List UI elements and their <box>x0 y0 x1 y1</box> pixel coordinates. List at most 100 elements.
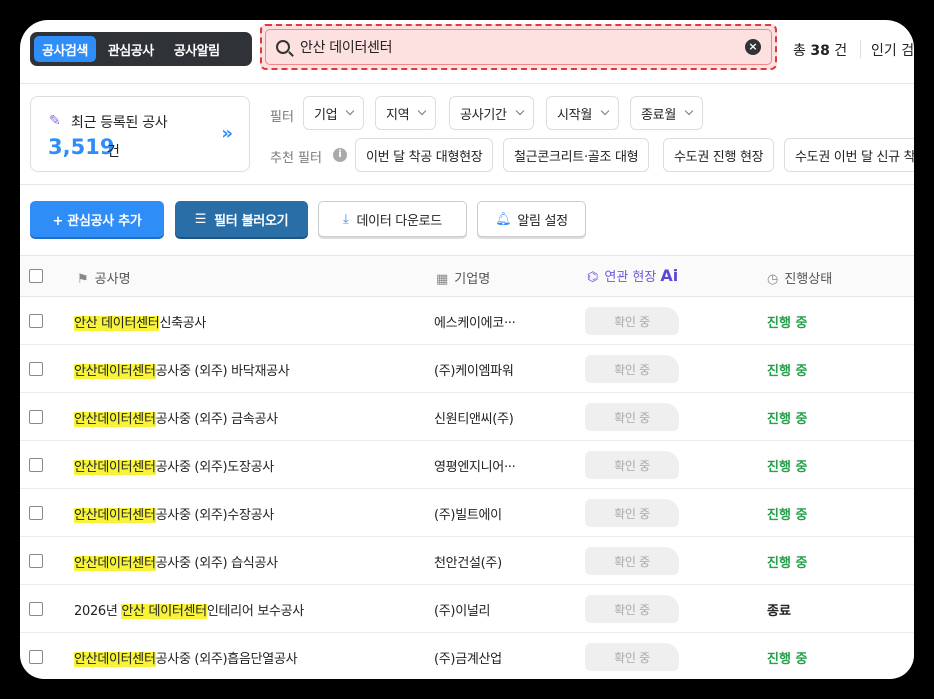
construction-name[interactable]: 안산 데이터센터신축공사 <box>74 312 206 331</box>
total-prefix: 총 <box>793 43 806 59</box>
row-checkbox[interactable] <box>29 362 43 376</box>
search-highlight: 안산데이터센터 <box>74 364 156 379</box>
select-all-checkbox[interactable] <box>29 269 43 283</box>
device-frame: 공사검색 관심공사 공사알림 안산 데이터센터 × 총 38 건 인기 검 ✎ … <box>0 0 934 699</box>
header-status: ◷ 진행상태 <box>767 268 832 287</box>
name-suffix: 인테리어 보수공사 <box>206 604 304 619</box>
row-checkbox[interactable] <box>29 458 43 472</box>
app-screen: 공사검색 관심공사 공사알림 안산 데이터센터 × 총 38 건 인기 검 ✎ … <box>20 20 914 679</box>
filter-end-month[interactable]: 종료월 <box>630 96 703 130</box>
chevron-down-icon <box>515 106 524 116</box>
header-company: ▦ 기업명 <box>436 268 490 287</box>
company-name[interactable]: 신원티앤씨(주) <box>434 408 514 427</box>
rec-filter-3[interactable]: 수도권 진행 현장 <box>663 138 775 172</box>
divider <box>20 184 914 185</box>
info-icon[interactable]: i <box>333 148 347 162</box>
company-name[interactable]: 에스케이에코··· <box>434 312 516 331</box>
search-input[interactable]: 안산 데이터센터 × <box>265 29 772 65</box>
construction-name[interactable]: 안산데이터센터공사중 (외주) 습식공사 <box>74 552 278 571</box>
table-row[interactable]: 2026년 안산 데이터센터인테리어 보수공사 (주)이널리 확인 중 종료 <box>20 585 914 633</box>
construction-name[interactable]: 안산데이터센터공사중 (외주) 금속공사 <box>74 408 278 427</box>
construction-name[interactable]: 안산데이터센터공사중 (외주) 바닥재공사 <box>74 360 290 379</box>
related-site-status: 확인 중 <box>585 595 679 623</box>
filter-region[interactable]: 지역 <box>375 96 437 130</box>
bell-icon: 🔔︎ <box>495 211 512 227</box>
row-checkbox[interactable] <box>29 410 43 424</box>
construction-name[interactable]: 안산데이터센터공사중 (외주)도장공사 <box>74 456 274 475</box>
name-suffix: 공사중 (외주)흡음단열공사 <box>155 652 298 667</box>
double-chevron-right-icon[interactable]: » <box>221 123 233 144</box>
construction-name[interactable]: 2026년 안산 데이터센터인테리어 보수공사 <box>74 600 304 619</box>
recent-construction-card[interactable]: ✎ 최근 등록된 공사 3,519 건 » <box>30 96 250 172</box>
load-filter-button[interactable]: ☰ 필터 불러오기 <box>175 201 308 237</box>
row-checkbox[interactable] <box>29 554 43 568</box>
filter-period-label: 공사기간 <box>460 107 507 123</box>
recent-card-title: 최근 등록된 공사 <box>71 115 168 131</box>
row-checkbox[interactable] <box>29 506 43 520</box>
table-row[interactable]: 안산데이터센터공사중 (외주) 금속공사 신원티앤씨(주) 확인 중 진행 중 <box>20 393 914 441</box>
alert-settings-label: 알림 설정 <box>517 213 568 229</box>
popular-search-link[interactable]: 인기 검 <box>871 40 914 60</box>
search-highlight: 안산데이터센터 <box>74 460 156 475</box>
table-row[interactable]: 안산데이터센터공사중 (외주)도장공사 영평엔지니어··· 확인 중 진행 중 <box>20 441 914 489</box>
company-name[interactable]: (주)케이엠파워 <box>434 360 514 379</box>
nav-tabs: 공사검색 관심공사 공사알림 <box>30 32 252 66</box>
company-name[interactable]: 천안건설(주) <box>434 552 502 571</box>
company-name[interactable]: 영평엔지니어··· <box>434 456 516 475</box>
table-row[interactable]: 안산데이터센터공사중 (외주) 습식공사 천안건설(주) 확인 중 진행 중 <box>20 537 914 585</box>
search-highlight-box: 안산 데이터센터 × <box>260 24 777 70</box>
company-name[interactable]: (주)빌트에이 <box>434 504 502 523</box>
network-icon: ⌬ <box>587 270 599 285</box>
company-name[interactable]: (주)이널리 <box>434 600 490 619</box>
table-row[interactable]: 안산데이터센터공사중 (외주) 바닥재공사 (주)케이엠파워 확인 중 진행 중 <box>20 345 914 393</box>
recent-card-unit: 건 <box>107 144 120 160</box>
name-suffix: 신축공사 <box>159 316 207 331</box>
chevron-down-icon <box>418 106 427 116</box>
search-highlight: 안산 데이터센터 <box>121 604 207 619</box>
construction-name[interactable]: 안산데이터센터공사중 (외주)수장공사 <box>74 504 274 523</box>
filter-period[interactable]: 공사기간 <box>449 96 534 130</box>
progress-status: 진행 중 <box>767 316 808 331</box>
chevron-down-icon <box>684 106 694 116</box>
search-highlight: 안산 데이터센터 <box>74 316 160 331</box>
tab-construction-alerts[interactable]: 공사알림 <box>166 36 228 62</box>
filter-start-month[interactable]: 시작월 <box>546 96 619 130</box>
filter-company[interactable]: 기업 <box>303 96 365 130</box>
divider <box>20 83 914 84</box>
related-site-status: 확인 중 <box>585 403 679 431</box>
table-row[interactable]: 안산데이터센터공사중 (외주)흡음단열공사 (주)금계산업 확인 중 진행 중 <box>20 633 914 679</box>
flag-icon: ⚑ <box>77 272 89 287</box>
rec-filter-4[interactable]: 수도권 이번 달 신규 착 <box>784 138 914 172</box>
tab-construction-search[interactable]: 공사검색 <box>34 36 96 62</box>
row-checkbox[interactable] <box>29 602 43 616</box>
filter-company-label: 기업 <box>314 107 338 123</box>
download-button[interactable]: ⤓ 데이터 다운로드 <box>318 201 467 237</box>
header-name: ⚑ 공사명 <box>77 268 131 287</box>
construction-name[interactable]: 안산데이터센터공사중 (외주)흡음단열공사 <box>74 648 298 667</box>
rec-filter-1[interactable]: 이번 달 착공 대형현장 <box>355 138 494 172</box>
table-row[interactable]: 안산 데이터센터신축공사 에스케이에코··· 확인 중 진행 중 <box>20 297 914 345</box>
related-site-status: 확인 중 <box>585 499 679 527</box>
download-icon: ⤓ <box>343 211 349 227</box>
close-circle-icon[interactable]: × <box>745 39 761 55</box>
related-site-status: 확인 중 <box>585 355 679 383</box>
search-icon <box>276 40 290 54</box>
rec-filter-2[interactable]: 철근콘크리트·골조 대형 <box>503 138 650 172</box>
tab-interest-construction[interactable]: 관심공사 <box>100 36 162 62</box>
ai-badge: Ai <box>660 266 679 285</box>
filter-end-month-label: 종료월 <box>641 107 676 123</box>
filter-label: 필터 <box>270 110 294 125</box>
search-highlight: 안산데이터센터 <box>74 556 156 571</box>
name-suffix: 공사중 (외주)수장공사 <box>155 508 275 523</box>
header-related-label: 연관 현장 <box>604 270 657 285</box>
company-name[interactable]: (주)금계산업 <box>434 648 502 667</box>
table-row[interactable]: 안산데이터센터공사중 (외주)수장공사 (주)빌트에이 확인 중 진행 중 <box>20 489 914 537</box>
search-value[interactable]: 안산 데이터센터 <box>300 37 745 57</box>
row-checkbox[interactable] <box>29 314 43 328</box>
name-suffix: 공사중 (외주) 금속공사 <box>155 412 278 427</box>
row-checkbox[interactable] <box>29 650 43 664</box>
alert-settings-button[interactable]: 🔔︎ 알림 설정 <box>477 201 586 237</box>
add-interest-button[interactable]: + 관심공사 추가 <box>30 201 164 237</box>
status-icon: ◷ <box>767 272 779 287</box>
tools-icon: ✎ <box>49 113 61 129</box>
